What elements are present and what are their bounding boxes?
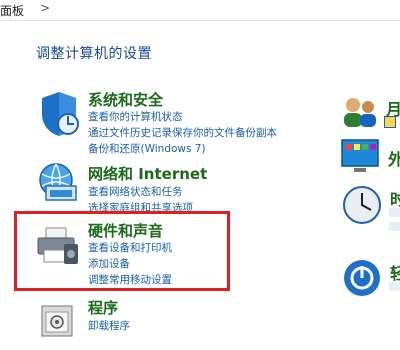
link-file-history-backup[interactable]: 通过文件历史记录保存你的文件备份副本 [88, 125, 277, 140]
users-icon[interactable] [340, 95, 380, 131]
page-title: 调整计算机的设置 [36, 46, 152, 62]
link-view-computer-status[interactable]: 查看你的计算机状态 [88, 109, 183, 124]
right-category-3-title[interactable]: 时 [390, 186, 400, 210]
shield-icon[interactable] [38, 90, 80, 138]
link-network-status[interactable]: 查看网络状态和任务 [88, 184, 183, 199]
category-title-hardware-sound[interactable]: 硬件和声音 [88, 220, 163, 241]
breadcrumb-separator[interactable]: > [40, 1, 50, 15]
link-devices-printers[interactable]: 查看设备和打印机 [88, 240, 172, 255]
right-category-4-link-1[interactable] [389, 282, 400, 291]
printer-icon[interactable] [34, 226, 80, 268]
right-category-1-shield [384, 116, 396, 128]
breadcrumb: 面板 > [0, 0, 400, 21]
clock-icon[interactable] [340, 184, 384, 226]
right-category-2-title[interactable]: 外 [388, 146, 400, 170]
breadcrumb-current[interactable]: 面板 [0, 2, 24, 19]
category-title-network[interactable]: 网络和 Internet [88, 163, 207, 184]
right-category-3-link-2[interactable] [389, 222, 400, 231]
link-backup-restore[interactable]: 备份和还原(Windows 7) [88, 141, 206, 156]
network-globe-icon[interactable] [36, 160, 82, 204]
right-category-3-link-1[interactable] [389, 208, 400, 217]
programs-icon[interactable] [38, 300, 78, 340]
link-mobility-settings[interactable]: 调整常用移动设置 [88, 272, 172, 287]
right-category-4-title[interactable]: 轻 [390, 260, 400, 284]
ease-of-access-icon[interactable] [340, 258, 384, 298]
link-uninstall-program[interactable]: 卸载程序 [88, 318, 130, 333]
display-icon[interactable] [340, 138, 384, 176]
link-add-device[interactable]: 添加设备 [88, 256, 130, 271]
category-title-programs[interactable]: 程序 [88, 297, 118, 318]
category-title-system-security[interactable]: 系统和安全 [88, 89, 163, 110]
